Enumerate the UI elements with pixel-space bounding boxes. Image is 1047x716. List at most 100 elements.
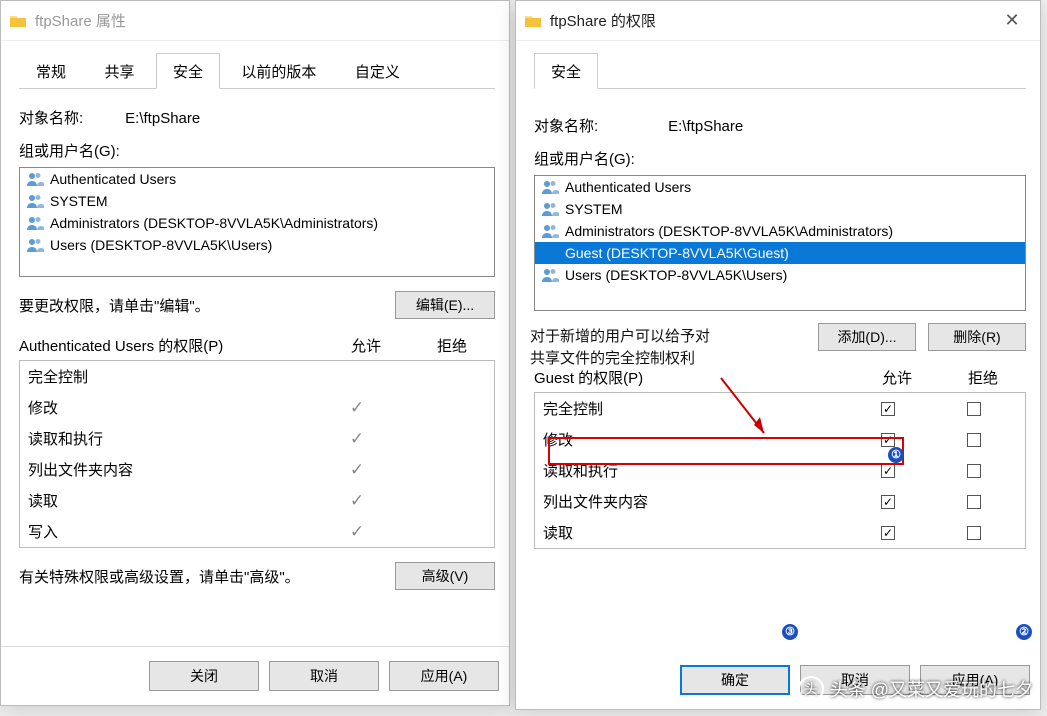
list-item[interactable]: SYSTEM bbox=[535, 198, 1025, 220]
edit-hint: 要更改权限，请单击"编辑"。 bbox=[19, 295, 395, 316]
close-icon[interactable]: ✕ bbox=[992, 10, 1032, 31]
group-name: Administrators (DESKTOP-8VVLA5K\Administ… bbox=[50, 215, 378, 231]
deny-checkbox[interactable] bbox=[967, 464, 981, 478]
tab-strip: 常规 共享 安全 以前的版本 自定义 bbox=[19, 53, 495, 89]
allow-checkbox[interactable] bbox=[881, 464, 895, 478]
groups-label: 组或用户名(G): bbox=[534, 148, 1026, 169]
permissions-table: 完全控制修改读取和执行列出文件夹内容读取 bbox=[534, 392, 1026, 549]
allow-indicator: ✓ bbox=[314, 398, 400, 418]
advanced-hint: 有关特殊权限或高级设置，请单击"高级"。 bbox=[19, 566, 395, 587]
perm-name: 完全控制 bbox=[28, 366, 314, 387]
permission-row: 完全控制 bbox=[535, 393, 1025, 424]
watermark-logo-icon: 头 bbox=[798, 676, 824, 702]
tab-sharing[interactable]: 共享 bbox=[87, 53, 151, 89]
folder-icon bbox=[9, 14, 27, 28]
tab-security[interactable]: 安全 bbox=[156, 53, 220, 89]
perm-name: 列出文件夹内容 bbox=[28, 459, 314, 480]
allow-checkbox[interactable] bbox=[881, 495, 895, 509]
titlebar: ftpShare 的权限 ✕ bbox=[516, 1, 1040, 41]
apply-button[interactable]: 应用(A) bbox=[389, 661, 499, 691]
list-item[interactable]: Administrators (DESKTOP-8VVLA5K\Administ… bbox=[535, 220, 1025, 242]
permission-row: 读取和执行✓ bbox=[20, 423, 494, 454]
perm-name: 读取和执行 bbox=[28, 428, 314, 449]
object-name-label: 对象名称: bbox=[534, 115, 664, 136]
perm-name: 列出文件夹内容 bbox=[543, 491, 845, 512]
dialog-title: ftpShare 属性 bbox=[35, 10, 501, 31]
tab-security[interactable]: 安全 bbox=[534, 53, 598, 89]
tab-general[interactable]: 常规 bbox=[19, 53, 83, 89]
annotation-highlight-box bbox=[548, 437, 904, 465]
perm-for-label: Guest 的权限(P) bbox=[534, 367, 854, 388]
dialog-title: ftpShare 的权限 bbox=[550, 10, 992, 31]
permission-row: 写入✓ bbox=[20, 516, 494, 547]
list-item[interactable]: SYSTEM bbox=[20, 190, 494, 212]
groups-listbox[interactable]: Authenticated Users SYSTEM Administrators … bbox=[19, 167, 495, 277]
perm-name: 读取 bbox=[28, 490, 314, 511]
deny-checkbox[interactable] bbox=[967, 495, 981, 509]
object-path: E:\ftpShare bbox=[125, 110, 200, 127]
perm-for-label: Authenticated Users 的权限(P) bbox=[19, 335, 323, 356]
annotation-circle-3: ③ bbox=[782, 624, 798, 640]
groups-listbox[interactable]: Authenticated Users SYSTEM Administrators … bbox=[534, 175, 1026, 311]
permission-row: 读取✓ bbox=[20, 485, 494, 516]
deny-header: 拒绝 bbox=[940, 367, 1026, 388]
permission-row: 完全控制 bbox=[20, 361, 494, 392]
group-name: Users (DESKTOP-8VVLA5K\Users) bbox=[565, 267, 787, 283]
list-item[interactable]: Administrators (DESKTOP-8VVLA5K\Administ… bbox=[20, 212, 494, 234]
permission-row: 修改✓ bbox=[20, 392, 494, 423]
allow-header: 允许 bbox=[323, 335, 409, 356]
list-item[interactable]: Users (DESKTOP-8VVLA5K\Users) bbox=[20, 234, 494, 256]
permission-row: 列出文件夹内容 bbox=[535, 486, 1025, 517]
watermark: 头 头条 @又菜又爱玩的七夕 bbox=[798, 676, 1033, 702]
annotation-circle-2: ② bbox=[1016, 624, 1032, 640]
perm-name: 读取 bbox=[543, 522, 845, 543]
edit-button[interactable]: 编辑(E)... bbox=[395, 291, 495, 319]
tab-customize[interactable]: 自定义 bbox=[338, 53, 417, 89]
group-name: Authenticated Users bbox=[565, 179, 691, 195]
allow-indicator: ✓ bbox=[314, 460, 400, 480]
deny-checkbox[interactable] bbox=[967, 526, 981, 540]
perm-name: 修改 bbox=[28, 397, 314, 418]
close-button[interactable]: 关闭 bbox=[149, 661, 259, 691]
properties-dialog: ftpShare 属性 常规 共享 安全 以前的版本 自定义 对象名称: E:\… bbox=[0, 0, 510, 706]
group-name: SYSTEM bbox=[50, 193, 108, 209]
titlebar: ftpShare 属性 bbox=[1, 1, 509, 41]
allow-header: 允许 bbox=[854, 367, 940, 388]
allow-indicator: ✓ bbox=[314, 491, 400, 511]
deny-header: 拒绝 bbox=[409, 335, 495, 356]
permission-row: 读取 bbox=[535, 517, 1025, 548]
tab-strip: 安全 bbox=[534, 53, 1026, 89]
permission-row: 列出文件夹内容✓ bbox=[20, 454, 494, 485]
perm-name: 写入 bbox=[28, 521, 314, 542]
allow-checkbox[interactable] bbox=[881, 526, 895, 540]
deny-checkbox[interactable] bbox=[967, 402, 981, 416]
object-name-label: 对象名称: bbox=[19, 107, 121, 128]
groups-label: 组或用户名(G): bbox=[19, 140, 495, 161]
group-name: Administrators (DESKTOP-8VVLA5K\Administ… bbox=[565, 223, 893, 239]
annotation-text: 对于新增的用户可以给予对共享文件的完全控制权利 bbox=[530, 326, 710, 370]
list-item[interactable]: Users (DESKTOP-8VVLA5K\Users) bbox=[535, 264, 1025, 286]
advanced-button[interactable]: 高级(V) bbox=[395, 562, 495, 590]
watermark-text: 头条 @又菜又爱玩的七夕 bbox=[830, 676, 1033, 702]
tab-previous-versions[interactable]: 以前的版本 bbox=[224, 53, 333, 89]
group-name: SYSTEM bbox=[565, 201, 623, 217]
folder-icon bbox=[524, 14, 542, 28]
permissions-table: 完全控制修改✓读取和执行✓列出文件夹内容✓读取✓写入✓ bbox=[19, 360, 495, 548]
allow-checkbox[interactable] bbox=[881, 402, 895, 416]
list-item[interactable]: Authenticated Users bbox=[535, 176, 1025, 198]
annotation-circle-1: ① bbox=[888, 447, 904, 463]
allow-indicator: ✓ bbox=[314, 429, 400, 449]
group-name: Users (DESKTOP-8VVLA5K\Users) bbox=[50, 237, 272, 253]
list-item[interactable]: Guest (DESKTOP-8VVLA5K\Guest) bbox=[535, 242, 1025, 264]
add-button[interactable]: 添加(D)... bbox=[818, 323, 916, 351]
cancel-button[interactable]: 取消 bbox=[269, 661, 379, 691]
allow-indicator: ✓ bbox=[314, 522, 400, 542]
group-name: Authenticated Users bbox=[50, 171, 176, 187]
ok-button[interactable]: 确定 bbox=[680, 665, 790, 695]
remove-button[interactable]: 删除(R) bbox=[928, 323, 1026, 351]
group-name: Guest (DESKTOP-8VVLA5K\Guest) bbox=[565, 245, 789, 261]
deny-checkbox[interactable] bbox=[967, 433, 981, 447]
object-path: E:\ftpShare bbox=[668, 118, 743, 135]
perm-name: 完全控制 bbox=[543, 398, 845, 419]
list-item[interactable]: Authenticated Users bbox=[20, 168, 494, 190]
